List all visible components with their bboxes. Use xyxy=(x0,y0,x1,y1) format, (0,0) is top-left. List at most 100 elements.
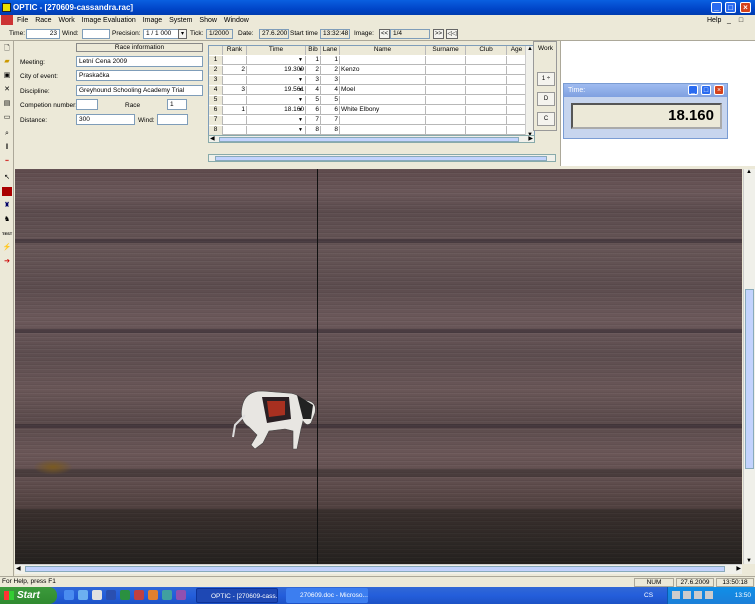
cell-rank[interactable] xyxy=(223,56,247,65)
cell-bib[interactable]: 4 xyxy=(306,86,321,95)
header-lane[interactable]: Lane xyxy=(321,46,340,55)
cell-club[interactable] xyxy=(466,116,507,125)
table-row[interactable]: 3 ▼ 3 3 xyxy=(209,76,534,85)
start-button[interactable]: Start xyxy=(0,587,57,604)
image-extra-button[interactable]: ◁◁ xyxy=(446,29,458,39)
image-vertical-scrollbar[interactable]: ▲ ▼ xyxy=(743,169,755,564)
arrow-right-icon[interactable]: ➔ xyxy=(2,257,12,266)
image-prev-button[interactable]: << xyxy=(379,29,390,39)
cell-rank[interactable] xyxy=(223,126,247,135)
scroll-down-icon[interactable]: ▼ xyxy=(746,558,752,564)
cell-age[interactable] xyxy=(507,66,527,75)
tray-icon[interactable] xyxy=(705,591,713,599)
time-maximize-button[interactable]: □ xyxy=(701,85,711,95)
hscroll-thumb[interactable] xyxy=(25,566,725,572)
barcode-icon[interactable]: ‖ xyxy=(2,143,12,152)
explorer-icon[interactable] xyxy=(78,590,88,600)
cell-age[interactable] xyxy=(507,126,527,135)
chevron-down-icon[interactable]: ▼ xyxy=(297,56,306,65)
cell-bib[interactable]: 3 xyxy=(306,76,321,85)
menu-race[interactable]: Race xyxy=(35,15,51,26)
cell-club[interactable] xyxy=(466,56,507,65)
menu-work[interactable]: Work xyxy=(58,15,74,26)
cell-club[interactable] xyxy=(466,106,507,115)
cell-name[interactable] xyxy=(340,56,426,65)
grid-hscroll-thumb[interactable] xyxy=(219,137,519,142)
distance-field[interactable]: 300 xyxy=(76,114,135,125)
cell-lane[interactable]: 3 xyxy=(321,76,340,85)
cell-name[interactable]: Moel xyxy=(340,86,426,95)
chevron-down-icon[interactable]: ▼ xyxy=(297,116,306,125)
cell-club[interactable] xyxy=(466,126,507,135)
cell-rank[interactable]: 3 xyxy=(223,86,247,95)
app-icon[interactable] xyxy=(162,590,172,600)
table-row[interactable]: 1 ▼ 1 1 xyxy=(209,56,534,65)
cell-bib[interactable]: 2 xyxy=(306,66,321,75)
cell-surname[interactable] xyxy=(426,106,466,115)
chevron-down-icon[interactable]: ▼ xyxy=(297,126,306,135)
cell-lane[interactable]: 6 xyxy=(321,106,340,115)
header-rank[interactable]: Rank xyxy=(223,46,247,55)
cell-rank[interactable]: 1 xyxy=(223,106,247,115)
race-wind-field[interactable] xyxy=(157,114,188,125)
cell-club[interactable] xyxy=(466,76,507,85)
panel-hscroll-thumb[interactable] xyxy=(215,156,547,161)
cell-age[interactable] xyxy=(507,76,527,85)
cell-surname[interactable] xyxy=(426,126,466,135)
header-age[interactable]: Age xyxy=(507,46,527,55)
work-button-d[interactable]: D xyxy=(537,92,555,106)
header-name[interactable]: Name xyxy=(340,46,426,55)
scroll-right-icon[interactable]: ▶ xyxy=(528,135,533,142)
table-row[interactable]: 2 2 19.309 ▼ 2 2 Kenzo xyxy=(209,66,534,75)
chevron-down-icon[interactable]: ▼ xyxy=(297,76,306,85)
tray-icon[interactable] xyxy=(694,591,702,599)
chevron-down-icon[interactable]: ▼ xyxy=(297,86,306,95)
cell-surname[interactable] xyxy=(426,76,466,85)
finish-line[interactable] xyxy=(317,169,318,564)
chevron-down-icon[interactable]: ▼ xyxy=(297,96,306,105)
test-icon[interactable]: TEST xyxy=(2,229,12,238)
cell-surname[interactable] xyxy=(426,96,466,105)
table-row[interactable]: 8 ▼ 8 8 xyxy=(209,126,534,135)
cell-bib[interactable]: 1 xyxy=(306,56,321,65)
maximize-button[interactable]: □ xyxy=(725,2,736,13)
table-row[interactable]: 7 ▼ 7 7 xyxy=(209,116,534,125)
cell-age[interactable] xyxy=(507,86,527,95)
table-row[interactable]: 5 ▼ 5 5 xyxy=(209,96,534,105)
tray-icon[interactable] xyxy=(672,591,680,599)
cell-club[interactable] xyxy=(466,86,507,95)
header-time[interactable]: Time xyxy=(247,46,306,55)
cell-name[interactable]: White Elbony xyxy=(340,106,426,115)
grid-horizontal-scrollbar[interactable]: ◀ ▶ xyxy=(208,135,535,143)
tray-icon[interactable] xyxy=(683,591,691,599)
dog-icon[interactable]: ♞ xyxy=(2,215,12,224)
scroll-right-icon[interactable]: ▶ xyxy=(736,565,741,572)
cell-name[interactable] xyxy=(340,76,426,85)
table-row[interactable]: 4 3 19.561 ▼ 4 4 Moel xyxy=(209,86,534,95)
pointer-icon[interactable]: ↖ xyxy=(2,173,12,182)
ie-icon[interactable] xyxy=(64,590,74,600)
cell-name[interactable] xyxy=(340,126,426,135)
acrobat-icon[interactable] xyxy=(134,590,144,600)
cell-name[interactable] xyxy=(340,116,426,125)
cell-name[interactable] xyxy=(340,96,426,105)
cell-lane[interactable]: 4 xyxy=(321,86,340,95)
lightning-icon[interactable]: ⚡ xyxy=(2,243,12,252)
menu-system[interactable]: System xyxy=(169,15,192,26)
cell-rank[interactable]: 2 xyxy=(223,66,247,75)
photo-finish-image[interactable] xyxy=(15,169,742,564)
menu-image-evaluation[interactable]: Image Evaluation xyxy=(82,15,136,26)
open-folder-icon[interactable]: ▰ xyxy=(2,57,12,66)
red-square-icon[interactable] xyxy=(2,187,12,196)
header-surname[interactable]: Surname xyxy=(426,46,466,55)
chevron-down-icon[interactable]: ▾ xyxy=(178,29,187,39)
table-row[interactable]: 6 1 18.160 ▼ 6 6 White Elbony xyxy=(209,106,534,115)
zoom-icon[interactable]: ⌕ xyxy=(2,129,12,138)
cell-age[interactable] xyxy=(507,56,527,65)
meeting-field[interactable]: Letní Cena 2009 xyxy=(76,56,203,67)
print-icon[interactable]: ▤ xyxy=(2,99,12,108)
app-icon[interactable] xyxy=(176,590,186,600)
time-minimize-button[interactable]: _ xyxy=(688,85,698,95)
cell-name[interactable]: Kenzo xyxy=(340,66,426,75)
time-close-button[interactable]: × xyxy=(714,85,724,95)
